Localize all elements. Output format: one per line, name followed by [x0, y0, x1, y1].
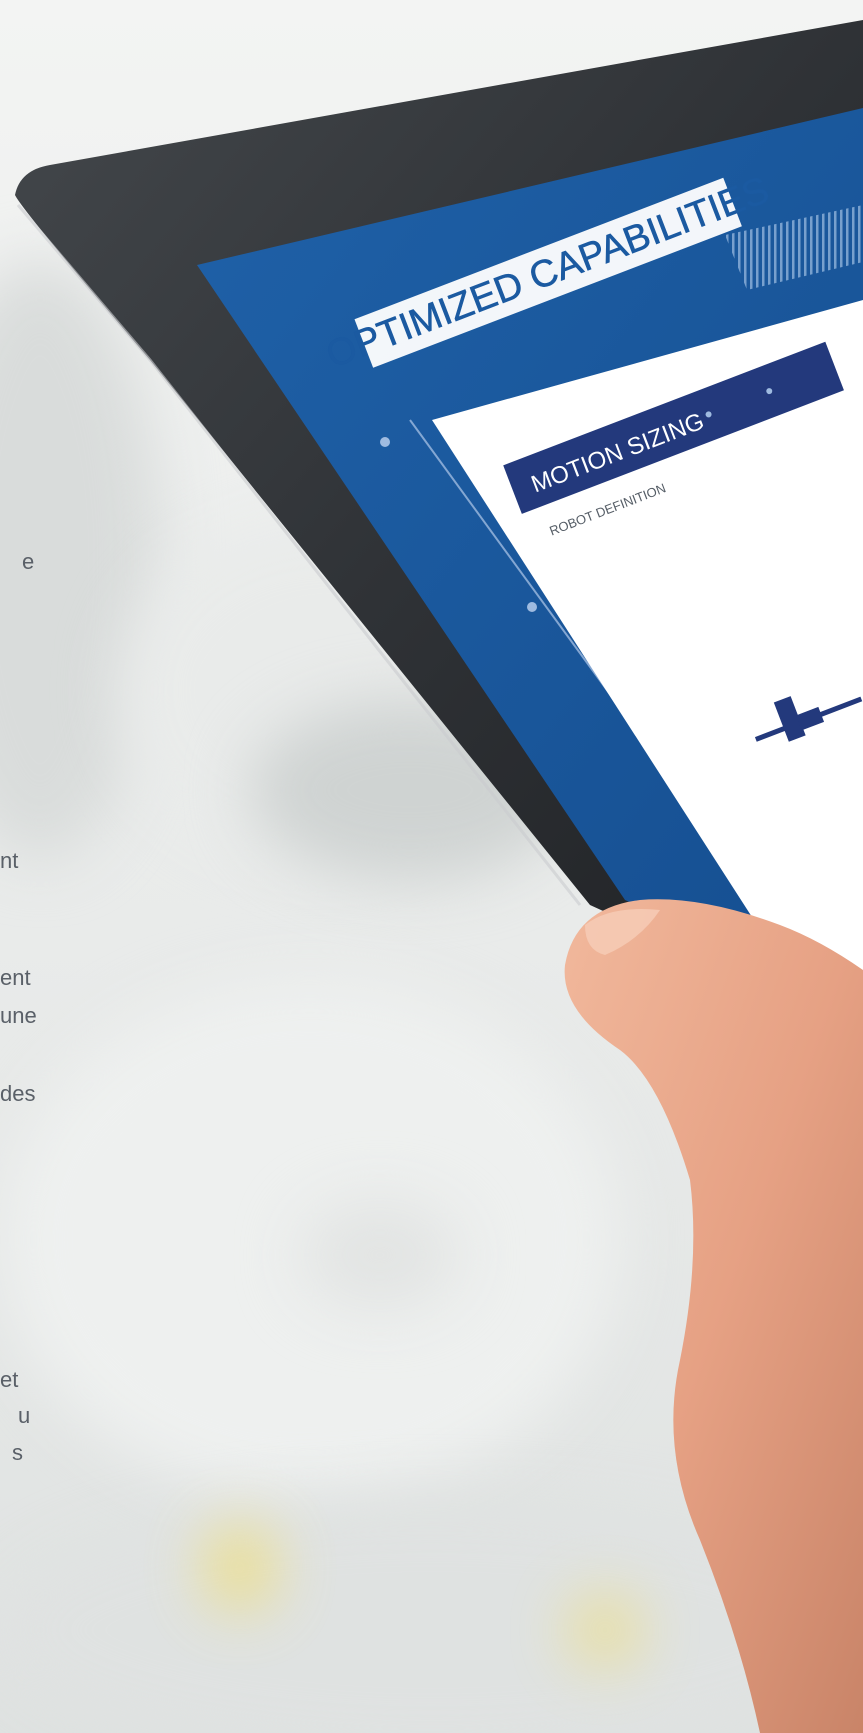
hand — [564, 899, 863, 1733]
screen-dot — [527, 602, 537, 612]
screen-dot — [380, 437, 390, 447]
tablet-scene: OPTIMIZED CAPABILITIES MOTION SIZING ROB… — [15, 20, 863, 1733]
